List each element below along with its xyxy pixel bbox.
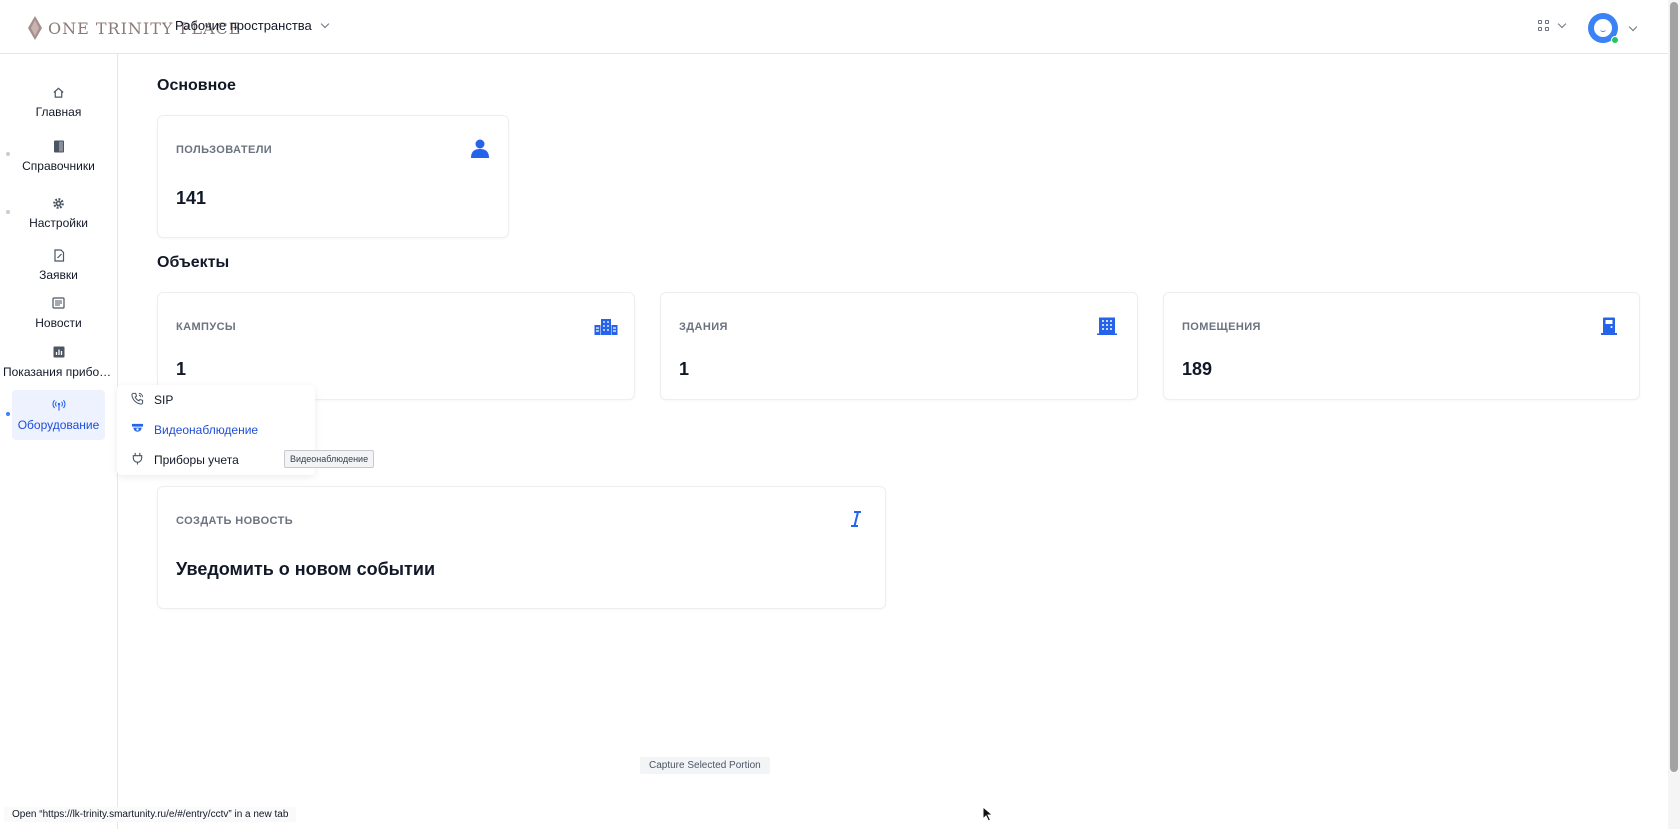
grid-icon	[1538, 20, 1549, 31]
card-value: 141	[176, 188, 207, 208]
sidebar-item-label: Показания приборов	[3, 365, 115, 379]
gear-icon	[52, 196, 66, 210]
sidebar-item-news[interactable]: Новости	[12, 289, 105, 337]
mouse-cursor-icon	[982, 806, 994, 822]
chart-icon	[52, 345, 66, 359]
apps-menu-button[interactable]	[1538, 19, 1567, 31]
phone-icon	[131, 392, 144, 408]
chevron-down-icon	[1628, 22, 1638, 31]
italic-icon	[850, 511, 862, 532]
card-value: 1	[176, 359, 187, 379]
chevron-down-icon	[1557, 19, 1567, 29]
building-icon	[1097, 317, 1117, 340]
section-title-basic: Основное	[157, 77, 236, 94]
users-card[interactable]: ПОЛЬЗОВАТЕЛИ 141	[157, 115, 509, 238]
sidebar-item-label: Справочники	[22, 159, 95, 173]
section-title-objects: Объекты	[157, 254, 230, 271]
card-value: 1	[679, 359, 690, 379]
submenu-item-label: SIP	[154, 393, 174, 407]
campuses-card[interactable]: КАМПУСЫ 1	[157, 292, 635, 400]
sidebar-item-home[interactable]: Главная	[12, 78, 105, 126]
card-label: ПОЛЬЗОВАТЕЛИ	[176, 144, 273, 156]
scrollbar-thumb[interactable]	[1670, 2, 1678, 772]
sidebar-item-settings[interactable]: Настройки	[12, 189, 105, 237]
tooltip: Видеонаблюдение	[284, 450, 375, 468]
section-marker-active	[6, 412, 10, 416]
submenu-item-label: Видеонаблюдение	[154, 423, 259, 437]
sidebar-item-label: Новости	[35, 316, 82, 330]
submenu-item-label: Приборы учета	[154, 453, 239, 467]
logo-diamond-icon	[28, 16, 42, 40]
sidebar-item-label: Заявки	[39, 268, 78, 282]
document-icon	[52, 248, 66, 262]
user-menu-button[interactable]	[1588, 13, 1638, 44]
workspaces-dropdown[interactable]: Рабочие пространства	[175, 18, 330, 33]
campus-icon	[594, 317, 618, 340]
newspaper-icon	[52, 296, 66, 310]
online-status-dot	[1611, 36, 1619, 44]
card-label: ЗДАНИЯ	[679, 321, 728, 333]
sidebar-item-equipment[interactable]: Оборудование	[12, 390, 105, 440]
submenu-item-meters[interactable]: Приборы учета	[131, 450, 239, 470]
sidebar-item-meter-readings[interactable]: Показания приборов	[0, 338, 118, 386]
avatar	[1588, 13, 1619, 44]
sidebar-item-label: Главная	[35, 105, 82, 119]
plug-icon	[131, 452, 144, 468]
section-marker	[6, 152, 10, 156]
app-header: ONE TRINITY PLACE Рабочие пространства	[0, 0, 1668, 54]
card-value: Уведомить о новом событии	[176, 559, 436, 579]
card-value: 189	[1182, 359, 1213, 379]
link-status-bar: Open “https://lk-trinity.smartunity.ru/e…	[4, 807, 297, 822]
home-icon	[52, 85, 66, 99]
user-icon	[470, 138, 490, 163]
submenu-item-sip[interactable]: SIP	[131, 390, 173, 410]
buildings-card[interactable]: ЗДАНИЯ 1	[660, 292, 1138, 400]
capture-selected-portion-button[interactable]: Capture Selected Portion	[640, 757, 770, 774]
antenna-icon	[52, 398, 66, 412]
card-label: ПОМЕЩЕНИЯ	[1182, 321, 1261, 333]
sidebar: Главная Справочники Настройки Заявки Нов…	[0, 54, 118, 829]
create-news-card[interactable]: СОЗДАТЬ НОВОСТЬ Уведомить о новом событи…	[157, 486, 886, 609]
sidebar-item-directories[interactable]: Справочники	[12, 132, 105, 180]
card-label: СОЗДАТЬ НОВОСТЬ	[176, 515, 294, 527]
card-label: КАМПУСЫ	[176, 321, 237, 333]
submenu-item-cctv[interactable]: Видеонаблюдение	[131, 420, 258, 440]
sidebar-item-label: Оборудование	[17, 418, 100, 432]
sidebar-item-label: Настройки	[29, 216, 88, 230]
cctv-icon	[131, 422, 144, 438]
workspaces-label: Рабочие пространства	[175, 18, 312, 33]
rooms-card[interactable]: ПОМЕЩЕНИЯ 189	[1163, 292, 1640, 400]
book-icon	[52, 139, 66, 153]
chevron-down-icon	[320, 19, 330, 29]
door-icon	[1600, 317, 1618, 340]
sidebar-item-requests[interactable]: Заявки	[12, 241, 105, 289]
section-marker	[6, 210, 10, 214]
